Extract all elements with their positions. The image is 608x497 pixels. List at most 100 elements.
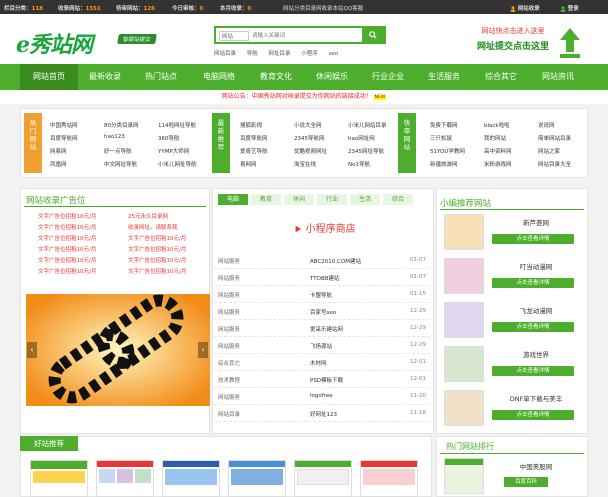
category-link[interactable]: 爱奇艺导航 <box>240 147 268 155</box>
category-link[interactable]: 免费下载网 <box>430 121 458 129</box>
submit-site-link[interactable]: 网站收录 <box>510 4 540 12</box>
site-thumbnail[interactable] <box>30 460 88 497</box>
item-category[interactable]: 网站服务 <box>218 291 240 299</box>
recommend-item[interactable]: DNF单下载与美丰 点击查看详情 <box>444 390 584 428</box>
ad-link[interactable]: 文字广告位招租10元/月 <box>128 256 186 264</box>
item-name[interactable]: 卡盟导航 <box>310 291 332 299</box>
category-link[interactable]: 80分类目录网 <box>104 121 139 129</box>
recommend-item[interactable]: 叮当动漫网点击查看详情 <box>444 258 584 296</box>
view-details-button[interactable]: 点击查看详情 <box>492 234 574 244</box>
recommend-name[interactable]: 飞龙动漫网 <box>492 305 580 315</box>
ad-link[interactable]: 文字广告位招租10元/月 <box>38 223 96 231</box>
category-link[interactable]: 2345导航网 <box>294 134 325 142</box>
hotword[interactable]: 小程序 <box>301 51 318 57</box>
category-link[interactable]: 高中资料网 <box>484 147 512 155</box>
item-category[interactable]: 网站目录 <box>218 410 240 418</box>
list-item[interactable]: 网站服务 ABC2010.COM建站 01-07 <box>214 252 430 269</box>
item-name[interactable]: ABC2010.COM建站 <box>310 257 361 265</box>
tab-education[interactable]: 教育 <box>251 194 281 205</box>
hotword[interactable]: 网站目录 <box>214 51 236 57</box>
carousel-prev[interactable]: ‹ <box>27 342 37 358</box>
category-link[interactable]: hao网址网 <box>348 134 375 142</box>
item-name[interactable]: logofree <box>310 393 333 399</box>
rank-thumb[interactable] <box>444 458 484 494</box>
item-name[interactable]: 爱采乐建站网 <box>310 325 343 333</box>
recommend-thumb[interactable] <box>444 346 484 382</box>
category-link[interactable]: YYMP大师网 <box>158 147 189 155</box>
search-type-select[interactable]: 网站 <box>219 31 249 41</box>
site-thumbnail[interactable] <box>96 460 154 497</box>
topbar-notice[interactable]: 网站分类目录网收录本站QQ客服 <box>283 4 363 12</box>
ad-link[interactable]: 文字广告位招租10元/月 <box>38 234 96 242</box>
site-logo[interactable]: e秀站网 <box>16 27 93 59</box>
category-link[interactable]: hao123 <box>104 134 125 140</box>
item-name[interactable]: PSD模板下载 <box>310 376 343 384</box>
list-item[interactable]: 网站服务 爱采乐建站网 12-29 <box>214 320 430 337</box>
banner-image[interactable] <box>26 294 210 406</box>
hotword[interactable]: 网址目录 <box>269 51 291 57</box>
category-link[interactable]: 搜狐影视 <box>240 121 262 129</box>
category-link[interactable]: 新疆旅游网 <box>430 160 458 168</box>
recommend-item[interactable]: 飞龙动漫网点击查看详情 <box>444 302 584 340</box>
category-link[interactable]: 中国秀站网 <box>50 121 78 129</box>
item-category[interactable]: 网站服务 <box>218 257 240 265</box>
ad-link[interactable]: 文字广告位招租10元/月 <box>128 267 186 275</box>
item-category[interactable]: 网站服务 <box>218 325 240 333</box>
login-link[interactable]: 登录 <box>560 4 579 12</box>
nav-other[interactable]: 综合其它 <box>472 64 530 90</box>
nav-leisure[interactable]: 休闲娱乐 <box>304 64 360 90</box>
category-link[interactable]: black啦啦 <box>484 121 510 129</box>
submit-promo[interactable]: 网站快点击进入这里 网址提交点击这里 <box>470 26 556 62</box>
category-link[interactable]: 51YOU学教网 <box>430 147 465 155</box>
site-thumbnail[interactable] <box>294 460 352 497</box>
item-name[interactable]: 飞扬源站 <box>310 342 332 350</box>
view-details-button[interactable]: 点击查看详情 <box>492 366 574 376</box>
category-link[interactable]: 说说网 <box>538 121 555 129</box>
recommend-name[interactable]: 叮当动漫网 <box>492 261 580 271</box>
category-link[interactable]: 我的网站 <box>484 134 506 142</box>
category-link[interactable]: 360导航 <box>158 134 180 142</box>
site-thumbnail[interactable] <box>162 460 220 497</box>
item-name[interactable]: 木材网 <box>310 359 327 367</box>
nav-life[interactable]: 生活服务 <box>416 64 472 90</box>
item-category[interactable]: 技术教程 <box>218 376 240 384</box>
list-item[interactable]: 网站目录 好网址123 11-18 <box>214 405 430 422</box>
item-category[interactable]: 网站服务 <box>218 308 240 316</box>
category-link[interactable]: 凤凰网 <box>50 160 67 168</box>
ad-link[interactable]: 25元永久目录网 <box>128 212 168 220</box>
search-input[interactable] <box>252 30 360 41</box>
recommend-name[interactable]: 游戏世界 <box>492 349 580 359</box>
tab-other[interactable]: 综合 <box>383 194 413 205</box>
ad-link[interactable]: 文字广告位招租10元/月 <box>128 245 186 253</box>
category-link[interactable]: 网站目录大全 <box>538 160 571 168</box>
hotword[interactable]: 导航 <box>247 51 258 57</box>
nav-hot[interactable]: 热门站点 <box>132 64 190 90</box>
carousel-next[interactable]: › <box>198 342 208 358</box>
tab-life[interactable]: 生活 <box>350 194 380 205</box>
tab-computer[interactable]: 电脑 <box>218 194 248 205</box>
category-link[interactable]: 114啦网址导航 <box>158 121 196 129</box>
category-link[interactable]: 优酷视频网址 <box>294 147 327 155</box>
search-button[interactable] <box>362 28 384 42</box>
item-category[interactable]: 网站服务 <box>218 274 240 282</box>
nav-news[interactable]: 网站资讯 <box>530 64 586 90</box>
ad-link[interactable]: 文字广告位招租10元/月 <box>38 245 96 253</box>
category-link[interactable]: 米粉游戏网 <box>484 160 512 168</box>
rank-first-button[interactable]: 百度百科 <box>504 477 548 487</box>
nav-latest[interactable]: 最新收录 <box>78 64 132 90</box>
recommend-name[interactable]: 新芦荟网 <box>492 217 580 227</box>
recommend-thumb[interactable] <box>444 258 484 294</box>
category-link[interactable]: 淘宝在线 <box>294 160 316 168</box>
category-link[interactable]: No1导航 <box>348 160 370 168</box>
view-details-button[interactable]: 点击查看详情 <box>492 322 574 332</box>
view-details-button[interactable]: 点击查看详情 <box>492 278 574 288</box>
item-name[interactable]: 好网址123 <box>310 410 337 418</box>
nav-home[interactable]: 网站首页 <box>20 64 78 90</box>
recommend-item[interactable]: 游戏世界点击查看详情 <box>444 346 584 384</box>
category-link[interactable]: 小说大全网 <box>294 121 322 129</box>
site-thumbnail[interactable] <box>360 460 418 497</box>
tab-leisure[interactable]: 休闲 <box>284 194 314 205</box>
list-item[interactable]: 网站服务 logofree 11-20 <box>214 388 430 405</box>
recommend-thumb[interactable] <box>444 390 484 426</box>
nav-industry[interactable]: 行业企业 <box>360 64 416 90</box>
